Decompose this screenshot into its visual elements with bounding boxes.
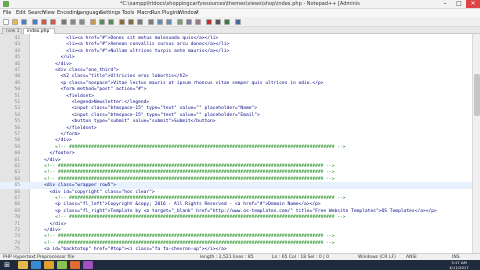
zoom-in-icon[interactable] [137, 19, 143, 25]
paste-icon[interactable] [90, 19, 96, 25]
replace-icon[interactable] [128, 19, 134, 25]
menu-item-edit[interactable]: Edit [16, 10, 26, 16]
notepadpp-icon[interactable] [57, 261, 67, 269]
browser-icon[interactable] [31, 261, 41, 269]
app-icon[interactable] [83, 261, 93, 269]
find-icon[interactable] [119, 19, 125, 25]
xampp-icon[interactable] [70, 261, 80, 269]
close-all-icon[interactable] [50, 19, 56, 25]
vertical-scrollbar[interactable] [472, 34, 480, 253]
chrome-icon[interactable] [44, 261, 54, 269]
save-all-icon[interactable] [32, 19, 38, 25]
all-chars-icon[interactable] [186, 19, 192, 25]
code-text: <a id="backtotop" href="#top"><i class="… [33, 247, 227, 253]
start-button[interactable]: ⊞ [2, 261, 12, 269]
cut-icon[interactable] [70, 19, 76, 25]
code-editor[interactable]: 42 <li><a href="#">Donec sit metus males… [0, 34, 472, 253]
toolbar [0, 17, 480, 27]
code-line[interactable]: 75 <a id="backtotop" href="#top"><i clas… [0, 246, 472, 253]
window-title: *C:\xampp\htdocs\shoppingcart\resources\… [120, 1, 360, 7]
explorer-icon[interactable] [18, 261, 28, 269]
minimize-button[interactable]: – [438, 0, 452, 8]
print-icon[interactable] [61, 19, 67, 25]
wrap-icon[interactable] [177, 19, 183, 25]
indent-guide-icon[interactable] [195, 19, 201, 25]
menu-bar: File Edit Search View Encoding Language Settin… [0, 9, 480, 17]
clock-date: 4/11/2017 [449, 265, 469, 270]
save-icon[interactable] [21, 19, 27, 25]
new-file-icon[interactable] [3, 19, 9, 25]
macro-stop-icon[interactable] [215, 19, 221, 25]
macro-save-icon[interactable] [235, 19, 241, 25]
copy-icon[interactable] [79, 19, 85, 25]
close-button[interactable]: ✕ [466, 0, 480, 8]
menu-item-tools[interactable]: Tools [122, 10, 134, 16]
menu-item-macro[interactable]: Macro [137, 10, 152, 16]
sync-h-icon[interactable] [166, 19, 172, 25]
menu-item-view[interactable]: View [43, 10, 55, 16]
menu-item-[interactable]: ? [196, 10, 199, 16]
menu-item-run[interactable]: Run [151, 10, 161, 16]
menu-item-window[interactable]: Window [178, 10, 198, 16]
tab-bar: new 1 index.php [0, 27, 480, 34]
redo-icon[interactable] [108, 19, 114, 25]
macro-play-icon[interactable] [224, 19, 230, 25]
line-number: 75 [14, 247, 20, 253]
zoom-out-icon[interactable] [148, 19, 154, 25]
close-icon[interactable] [41, 19, 47, 25]
menu-item-language[interactable]: Language [77, 10, 102, 16]
taskbar-clock[interactable]: 3:17 AM 4/11/2017 [440, 260, 478, 270]
menu-item-settings[interactable]: Settings [100, 10, 121, 16]
status-bar: PHP Hypertext Preprocessor file length :… [0, 253, 480, 260]
title-bar: *C:\xampp\htdocs\shoppingcart\resources\… [0, 0, 480, 9]
sync-v-icon[interactable] [157, 19, 163, 25]
notepadpp-logo-icon [3, 1, 9, 7]
undo-icon[interactable] [99, 19, 105, 25]
open-file-icon[interactable] [12, 19, 18, 25]
menu-item-file[interactable]: File [3, 10, 11, 16]
scrollbar-thumb[interactable] [474, 74, 480, 116]
macro-record-icon[interactable] [206, 19, 212, 25]
maximize-button[interactable]: □ [452, 0, 466, 8]
taskbar: ⊞ 3:17 AM 4/11/2017 [0, 260, 480, 270]
